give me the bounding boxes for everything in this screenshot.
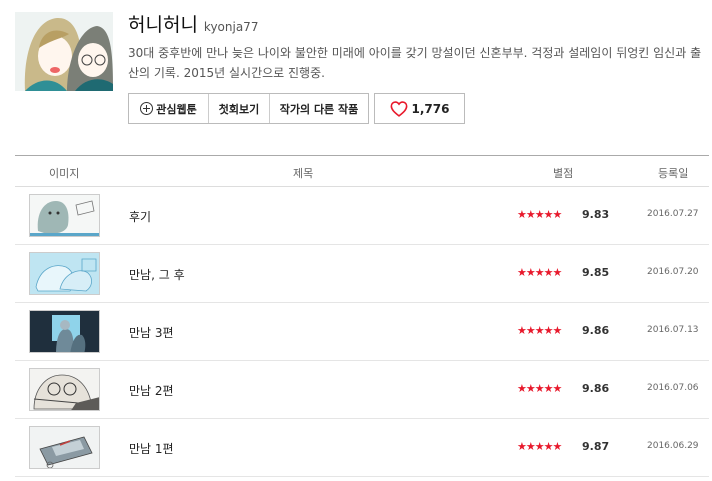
webtoon-description: 30대 중후반에 만나 늦은 나이와 불안한 미래에 아이를 갖기 망설이던 신…: [128, 46, 702, 80]
episode-thumbnail-art: [30, 253, 99, 294]
episode-thumbnail[interactable]: [29, 426, 100, 469]
column-date: 등록일: [658, 167, 689, 180]
rating-score: 9.85: [582, 266, 610, 279]
webtoon-thumbnail-art: [15, 12, 113, 91]
episode-row[interactable]: 만남, 그 후 ★★★★★ 9.85 2016.07.20: [15, 245, 709, 303]
rating-score: 9.87: [582, 440, 610, 453]
heart-icon: [390, 100, 407, 117]
episode-row[interactable]: 후기 ★★★★★ 9.83 2016.07.27: [15, 187, 709, 245]
column-rating: 별점: [553, 167, 574, 180]
star-rating: ★★★★★: [517, 208, 562, 221]
episode-thumbnail[interactable]: [29, 310, 100, 353]
episode-title[interactable]: 만남, 그 후: [129, 266, 185, 283]
webtoon-thumbnail[interactable]: [15, 12, 113, 91]
rating-score: 9.86: [582, 324, 610, 337]
episode-title[interactable]: 후기: [129, 208, 151, 225]
episode-date: 2016.06.29: [647, 441, 699, 451]
author-name[interactable]: kyonja77: [204, 20, 259, 34]
episode-date: 2016.07.27: [647, 209, 699, 219]
episode-date: 2016.07.20: [647, 267, 699, 277]
webtoon-title: 허니허니 kyonja77: [128, 10, 258, 37]
episode-date: 2016.07.13: [647, 325, 699, 335]
episode-row[interactable]: 만남 1편 ★★★★★ 9.87 2016.06.29: [15, 419, 709, 477]
favorite-label: 관심웹툰: [156, 102, 197, 116]
column-image: 이미지: [49, 167, 80, 180]
like-count: 1,776: [411, 101, 450, 116]
episode-table: 이미지 제목 별점 등록일 후기 ★★★★★ 9.83 2016.07.27 만…: [15, 155, 709, 477]
episode-thumbnail-art: [30, 195, 99, 236]
star-rating: ★★★★★: [517, 382, 562, 395]
rating-score: 9.86: [582, 382, 610, 395]
episode-thumbnail[interactable]: [29, 368, 100, 411]
star-rating: ★★★★★: [517, 266, 562, 279]
first-episode-button[interactable]: 첫회보기: [209, 94, 270, 123]
episode-thumbnail-art: [30, 369, 99, 410]
like-button[interactable]: 1,776: [374, 93, 465, 124]
table-header: 이미지 제목 별점 등록일: [15, 156, 709, 187]
episode-thumbnail[interactable]: [29, 194, 100, 237]
episode-thumbnail-art: [30, 427, 99, 468]
episode-thumbnail-art: [30, 311, 99, 352]
episode-title[interactable]: 만남 1편: [129, 440, 174, 457]
episode-row[interactable]: 만남 2편 ★★★★★ 9.86 2016.07.06: [15, 361, 709, 419]
rating-score: 9.83: [582, 208, 610, 221]
episode-thumbnail[interactable]: [29, 252, 100, 295]
title-text: 허니허니: [128, 14, 198, 36]
column-title: 제목: [293, 167, 314, 180]
action-button-group: 관심웹툰 첫회보기 작가의 다른 작품: [128, 93, 369, 124]
episode-date: 2016.07.06: [647, 383, 699, 393]
plus-circle-icon: [140, 102, 154, 115]
star-rating: ★★★★★: [517, 440, 562, 453]
favorite-button[interactable]: 관심웹툰: [129, 94, 209, 123]
episode-row[interactable]: 만남 3편 ★★★★★ 9.86 2016.07.13: [15, 303, 709, 361]
episode-title[interactable]: 만남 3편: [129, 324, 174, 341]
other-works-button[interactable]: 작가의 다른 작품: [270, 94, 368, 123]
star-rating: ★★★★★: [517, 324, 562, 337]
episode-title[interactable]: 만남 2편: [129, 382, 174, 399]
